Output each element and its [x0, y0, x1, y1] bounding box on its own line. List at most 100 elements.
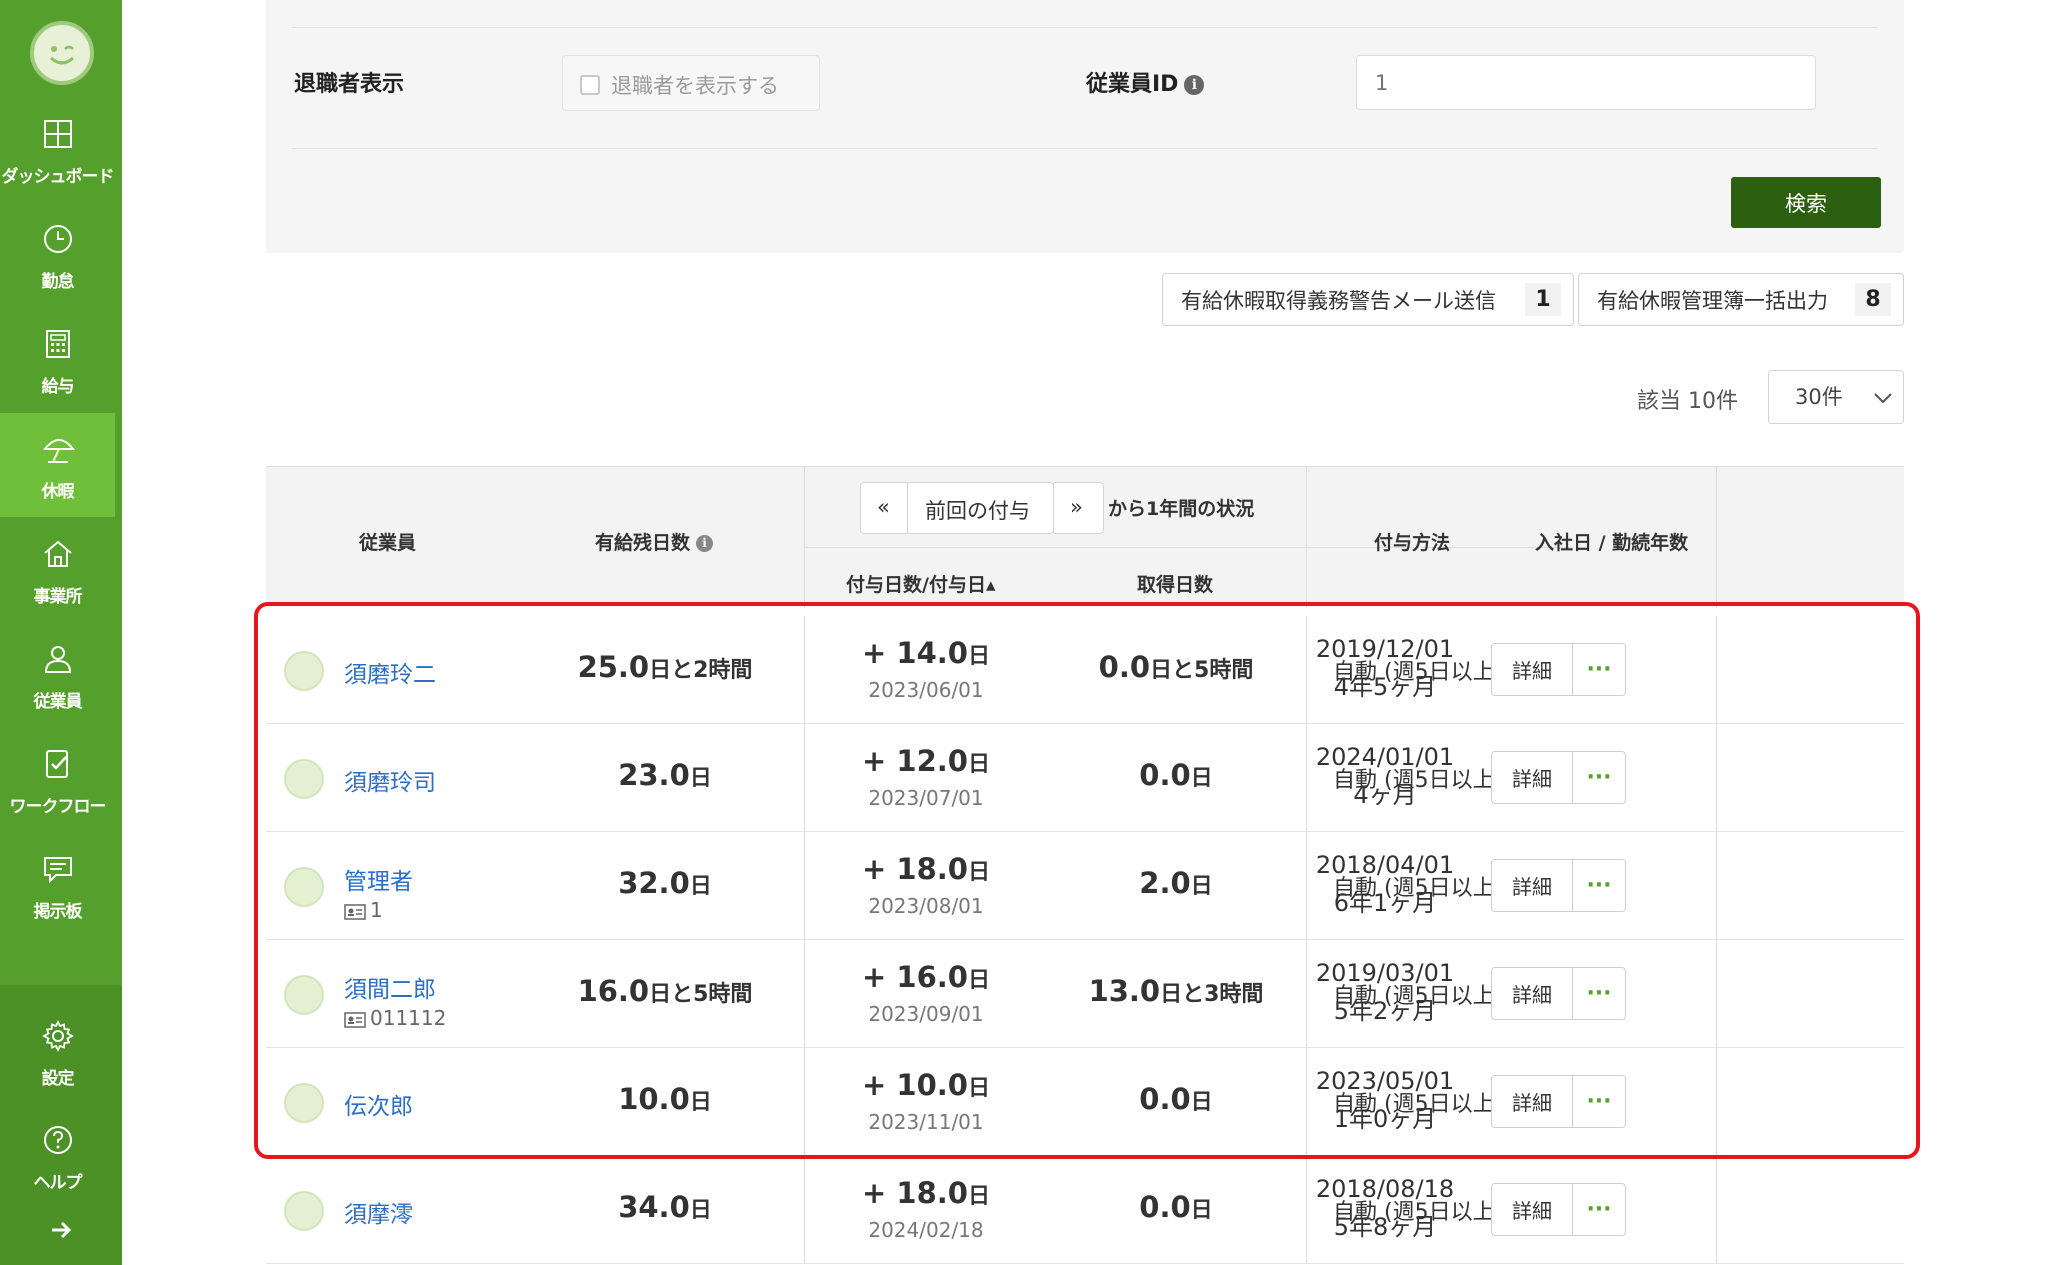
taken-days: 2.0日	[1139, 866, 1213, 900]
employee-name-link[interactable]: 須磨玲司	[344, 763, 436, 797]
avatar	[284, 759, 324, 799]
granted-days: + 18.0日	[862, 1176, 990, 1210]
col-divider	[1716, 467, 1717, 607]
more-options-button[interactable]: ···	[1572, 1183, 1626, 1236]
sidebar-item-dashboard[interactable]: ダッシュボード	[0, 98, 115, 202]
col-header-remaining: 有給残日数 i	[595, 528, 714, 555]
taken-days: 0.0日	[1139, 758, 1213, 792]
tenure: 6年1ヶ月	[1333, 889, 1437, 917]
sidebar-item-office[interactable]: 事業所	[0, 518, 115, 622]
join-date: 2018/08/18	[1315, 1175, 1455, 1203]
search-button[interactable]: 検索	[1731, 177, 1881, 228]
id-card-icon	[344, 1012, 366, 1028]
more-options-button[interactable]: ···	[1572, 1075, 1626, 1128]
granted-days: + 12.0日	[862, 744, 990, 778]
tenure: 4ヶ月	[1353, 781, 1417, 809]
prev-grant-arrow[interactable]: «	[877, 495, 890, 519]
avatar	[284, 651, 324, 691]
granted-days: + 10.0日	[862, 1068, 990, 1102]
gear-icon	[42, 1020, 74, 1052]
table-row: 管理者 1 32.0日 + 18.0日 2023/08/01 2.0日 自動 (週5日以上)…	[266, 832, 1904, 940]
employee-name-link[interactable]: 管理者	[344, 862, 413, 896]
taken-days: 0.0日	[1139, 1082, 1213, 1116]
sidebar-item-attendance[interactable]: 勤怠	[0, 203, 115, 307]
per-page-value: 30件	[1795, 385, 1843, 409]
granted-date: 2023/11/01	[868, 1110, 984, 1134]
join-info: 2019/12/01 4年5ヶ月	[1285, 630, 1485, 706]
sidebar-item-employees[interactable]: 従業員	[0, 623, 115, 727]
sidebar-item-label: 休暇	[41, 482, 75, 502]
sidebar-item-bulletin[interactable]: 掲示板	[0, 833, 115, 937]
granted-date: 2023/07/01	[868, 786, 984, 810]
help-icon	[44, 1126, 72, 1154]
sidebar-item-label: 従業員	[33, 692, 83, 712]
tenure: 5年2ヶ月	[1333, 997, 1437, 1025]
more-options-button[interactable]: ···	[1572, 643, 1626, 696]
remaining-days: 16.0日と5時間	[577, 974, 753, 1008]
avatar	[284, 1083, 324, 1123]
table-row: 伝次郎 10.0日 + 10.0日 2023/11/01 0.0日 自動 (週5日以上) 2…	[266, 1048, 1904, 1156]
granted-days: + 14.0日	[862, 636, 990, 670]
remaining-days: 25.0日と2時間	[577, 650, 753, 684]
sidebar-item-settings[interactable]: 設定	[0, 1000, 115, 1104]
ledger-export-button[interactable]: 有給休暇管理簿一括出力 8	[1578, 273, 1904, 326]
next-grant-arrow[interactable]: »	[1070, 495, 1083, 519]
grant-navigation: « 前回の付与	[860, 482, 1054, 534]
sidebar-item-label: 事業所	[33, 587, 83, 607]
detail-button[interactable]: 詳細	[1491, 1183, 1573, 1236]
col-header-granted[interactable]: 付与日数/付与日▴	[846, 570, 995, 597]
sidebar-item-help[interactable]: ヘルプ	[0, 1104, 115, 1208]
info-icon[interactable]: i	[696, 535, 714, 552]
join-date: 2019/03/01	[1315, 959, 1455, 987]
avatar	[284, 1191, 324, 1231]
avatar	[284, 867, 324, 907]
sidebar-item-workflow[interactable]: ワークフロー	[0, 728, 115, 832]
chevron-down-icon	[1874, 393, 1892, 404]
filter-panel: 退職者表示 退職者を表示する 従業員IDi 検索	[266, 0, 1904, 253]
sidebar-item-leave[interactable]: 休暇	[0, 413, 115, 517]
table-row: 須磨玲司 23.0日 + 12.0日 2023/07/01 0.0日 自動 (週5日以上)…	[266, 724, 1904, 832]
sidebar-expand-arrow-icon[interactable]	[46, 1215, 76, 1245]
employee-id: 011112	[344, 1006, 446, 1030]
detail-button[interactable]: 詳細	[1491, 643, 1573, 696]
employee-name-link[interactable]: 須磨玲二	[344, 655, 436, 689]
period-status-label: から1年間の状況	[1108, 498, 1255, 520]
join-info: 2024/01/01 4ヶ月	[1285, 738, 1485, 814]
workflow-icon	[46, 750, 68, 778]
info-icon[interactable]: i	[1184, 75, 1205, 95]
tenure: 5年8ヶ月	[1333, 1213, 1437, 1241]
employee-id-input[interactable]	[1356, 55, 1816, 110]
employee-name-link[interactable]: 須間二郎	[344, 970, 436, 1004]
col-header-taken: 取得日数	[1137, 574, 1214, 596]
granted-date: 2023/08/01	[868, 894, 984, 918]
employee-name-link[interactable]: 須摩澪	[344, 1195, 413, 1229]
remaining-days: 10.0日	[618, 1082, 712, 1116]
remaining-days: 32.0日	[618, 866, 712, 900]
detail-button[interactable]: 詳細	[1491, 859, 1573, 912]
more-options-button[interactable]: ···	[1572, 967, 1626, 1020]
per-page-select[interactable]: 30件	[1768, 370, 1904, 424]
detail-button[interactable]: 詳細	[1491, 967, 1573, 1020]
join-date: 2024/01/01	[1315, 743, 1455, 771]
sidebar-item-label: ワークフロー	[9, 797, 107, 817]
checkbox-square[interactable]	[580, 75, 600, 95]
home-icon	[44, 540, 72, 567]
ledger-export-count: 8	[1855, 283, 1891, 316]
retired-checkbox-label: 退職者を表示する	[611, 74, 779, 98]
employee-name-link[interactable]: 伝次郎	[344, 1087, 413, 1121]
more-options-button[interactable]: ···	[1572, 859, 1626, 912]
detail-button[interactable]: 詳細	[1491, 751, 1573, 804]
join-date: 2023/05/01	[1315, 1067, 1455, 1095]
retired-checkbox[interactable]: 退職者を表示する	[562, 55, 820, 111]
taken-days: 0.0日と5時間	[1098, 650, 1254, 684]
logo-smile-icon[interactable]	[30, 21, 94, 85]
detail-button[interactable]: 詳細	[1491, 1075, 1573, 1128]
person-icon	[44, 646, 72, 673]
join-date: 2018/04/01	[1315, 851, 1455, 879]
sidebar-item-label: ヘルプ	[33, 1173, 83, 1193]
more-options-button[interactable]: ···	[1572, 751, 1626, 804]
sidebar-item-payroll[interactable]: 給与	[0, 308, 115, 412]
grant-nav-label: 前回の付与	[925, 499, 1030, 523]
warning-mail-button[interactable]: 有給休暇取得義務警告メール送信 1	[1162, 273, 1574, 326]
next-grant-button[interactable]: »	[1054, 482, 1104, 534]
